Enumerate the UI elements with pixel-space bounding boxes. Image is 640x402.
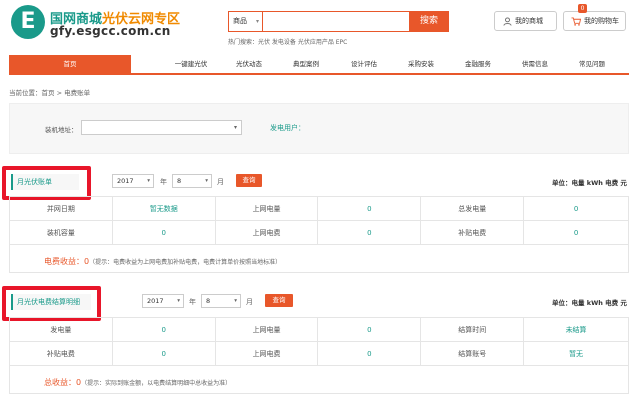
search-input[interactable]	[263, 12, 403, 31]
nav-item-home[interactable]: 首页	[9, 55, 131, 73]
table-cell: 结算时间	[420, 317, 525, 342]
cart-count-badge: 0	[578, 4, 587, 13]
nav-item-install[interactable]: 采购安装	[396, 55, 446, 73]
year-unit: 年	[189, 298, 196, 306]
breadcrumb: 当前位置：首页 > 电费账单	[9, 89, 91, 97]
table-cell: 上网电费	[214, 220, 319, 245]
month-select[interactable]: 8 ▾	[201, 294, 241, 308]
my-mall-label: 我的商城	[515, 17, 543, 25]
chevron-down-icon: ▾	[255, 18, 259, 25]
unit-note: 单位：电量 kWh 电费 元	[552, 299, 627, 307]
table-cell: 暂无	[523, 341, 629, 366]
nav-item-supply[interactable]: 供需信息	[510, 55, 560, 73]
chevron-down-icon: ▾	[147, 178, 150, 184]
chevron-down-icon: ▾	[233, 124, 237, 131]
chevron-down-icon: ▾	[234, 298, 237, 304]
table-cell: 上网电量	[214, 196, 319, 221]
table-cell: 补贴电费	[9, 341, 113, 366]
table-cell: 补贴电费	[420, 220, 525, 245]
table-cell: 0	[523, 220, 629, 245]
table-cell: 0	[317, 196, 422, 221]
nav-item-finance[interactable]: 金融服务	[453, 55, 503, 73]
table-row: 装机容量 0 上网电费 0 补贴电费 0	[9, 220, 629, 245]
total-income-value: 总收益：0	[44, 378, 82, 387]
chevron-down-icon: ▾	[177, 298, 180, 304]
my-cart-button[interactable]: 我的购物车	[563, 11, 626, 31]
income-value: 电费收益：0	[44, 257, 90, 266]
nav-item-design[interactable]: 设计评估	[339, 55, 389, 73]
month-unit: 月	[217, 178, 224, 186]
search-bar: 商品 ▾ 搜索	[228, 11, 449, 32]
month-value: 8	[206, 297, 211, 305]
search-button[interactable]: 搜索	[409, 11, 449, 32]
search-category-select[interactable]: 商品 ▾	[229, 12, 263, 31]
table-cell: 暂无数据	[111, 196, 216, 221]
month-unit: 月	[246, 298, 253, 306]
my-cart-label: 我的购物车	[584, 17, 619, 25]
table-cell: 结算账号	[420, 341, 525, 366]
highlight-box	[2, 286, 101, 321]
table-cell: 上网电量	[214, 317, 319, 342]
table-row: 发电量 0 上网电量 0 结算时间 未结算	[9, 317, 629, 342]
table-cell: 0	[523, 196, 629, 221]
table-cell: 0	[111, 317, 216, 342]
nav-item-news[interactable]: 光伏动态	[224, 55, 274, 73]
month-select[interactable]: 8 ▾	[172, 174, 212, 188]
table-cell: 上网电费	[214, 341, 319, 366]
my-mall-button[interactable]: 我的商城	[494, 11, 557, 31]
settlement-table: 发电量 0 上网电量 0 结算时间 未结算 补贴电费 0 上网电费 0 结算账号…	[9, 317, 629, 366]
address-label: 装机地址：	[45, 126, 78, 134]
nav-item-faq[interactable]: 常见问题	[567, 55, 617, 73]
table-cell: 0	[317, 341, 422, 366]
table-row: 补贴电费 0 上网电费 0 结算账号 暂无	[9, 341, 629, 366]
income-tip: （提示：电费收益为上网电费加补贴电费，电费计算单价按照当地标准）	[89, 259, 282, 266]
query-button[interactable]: 查询	[236, 174, 262, 187]
highlight-box	[2, 166, 91, 200]
address-select[interactable]: ▾	[81, 120, 242, 135]
nav-item-cases[interactable]: 典型案例	[281, 55, 331, 73]
unit-note: 单位：电量 kWh 电费 元	[552, 179, 627, 187]
month-value: 8	[177, 177, 182, 185]
year-select[interactable]: 2017 ▾	[112, 174, 154, 188]
table-cell: 发电量	[9, 317, 113, 342]
table-cell: 0	[317, 220, 422, 245]
year-select[interactable]: 2017 ▾	[142, 294, 184, 308]
total-income-tip: （提示：实际到账金额，以电费结算明细中总收益为准）	[81, 380, 232, 387]
power-user-label: 发电用户：	[270, 124, 305, 132]
total-income-note: 总收益：0（提示：实际到账金额，以电费结算明细中总收益为准）	[44, 377, 231, 388]
nav-item-build[interactable]: 一键建光伏	[166, 55, 216, 73]
logo[interactable]: E	[11, 5, 45, 39]
table-cell: 装机容量	[9, 220, 113, 245]
income-note: 电费收益：0（提示：电费收益为上网电费加补贴电费，电费计算单价按照当地标准）	[44, 256, 281, 267]
year-value: 2017	[117, 177, 134, 185]
table-cell: 0	[317, 317, 422, 342]
table-cell: 0	[111, 220, 216, 245]
table-cell: 未结算	[523, 317, 629, 342]
table-cell: 总发电量	[420, 196, 525, 221]
site-domain: gfy.esgcc.com.cn	[50, 24, 171, 38]
monthly-bill-table: 并网日期 暂无数据 上网电量 0 总发电量 0 装机容量 0 上网电费 0 补贴…	[9, 196, 629, 245]
search-category-label: 商品	[233, 17, 247, 25]
table-cell: 0	[111, 341, 216, 366]
table-row: 并网日期 暂无数据 上网电量 0 总发电量 0	[9, 196, 629, 221]
year-unit: 年	[160, 178, 167, 186]
chevron-down-icon: ▾	[205, 178, 208, 184]
hot-search: 热门搜索：光伏 发电设备 光伏应用产品 EPC	[228, 39, 348, 46]
year-value: 2017	[147, 297, 164, 305]
logo-letter: E	[20, 9, 36, 34]
cart-icon	[571, 16, 581, 26]
query-button[interactable]: 查询	[265, 294, 293, 307]
main-nav: 首页 一键建光伏 光伏动态 典型案例 设计评估 采购安装 金融服务 供需信息 常…	[9, 55, 629, 75]
user-icon	[503, 16, 512, 26]
table-cell: 并网日期	[9, 196, 113, 221]
